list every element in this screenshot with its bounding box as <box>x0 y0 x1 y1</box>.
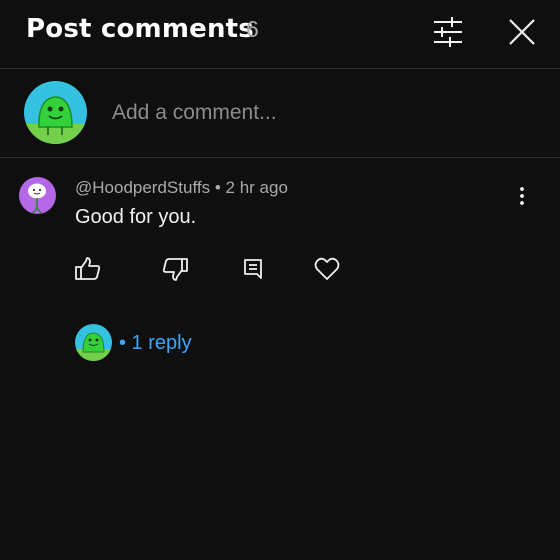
thumbs-up-icon <box>75 257 101 280</box>
close-icon <box>509 19 535 45</box>
like-button[interactable] <box>74 256 102 282</box>
comment-meta: @HoodperdStuffs • 2 hr ago <box>75 178 288 198</box>
comment-author[interactable]: @HoodperdStuffs <box>75 178 210 197</box>
sliders-icon <box>434 17 462 47</box>
comment-more-button[interactable] <box>510 184 534 208</box>
comment-count: 6 <box>246 16 259 42</box>
comment-text: Good for you. <box>75 206 197 228</box>
sort-filter-button[interactable] <box>428 12 468 52</box>
more-vertical-icon <box>520 187 524 205</box>
user-avatar <box>24 81 87 144</box>
heart-icon <box>314 257 340 280</box>
thumbs-down-icon <box>162 258 188 281</box>
close-button[interactable] <box>502 12 542 52</box>
heart-button[interactable] <box>313 256 341 282</box>
creator-reply-avatar <box>75 324 112 361</box>
commenter-avatar[interactable] <box>19 177 56 214</box>
panel-title: Post comments <box>26 14 254 44</box>
dislike-button[interactable] <box>161 256 189 282</box>
reply-button[interactable] <box>240 256 268 282</box>
add-comment-input[interactable] <box>112 99 532 127</box>
meta-separator: • <box>214 178 221 197</box>
comment-item: @HoodperdStuffs • 2 hr ago Good for you. <box>0 158 560 378</box>
reply-comment-icon <box>244 259 262 279</box>
comment-composer <box>0 69 560 158</box>
comment-timestamp: 2 hr ago <box>225 178 288 197</box>
comments-header: Post comments 6 <box>0 0 560 69</box>
replies-count-link[interactable]: • 1 reply <box>119 332 192 355</box>
